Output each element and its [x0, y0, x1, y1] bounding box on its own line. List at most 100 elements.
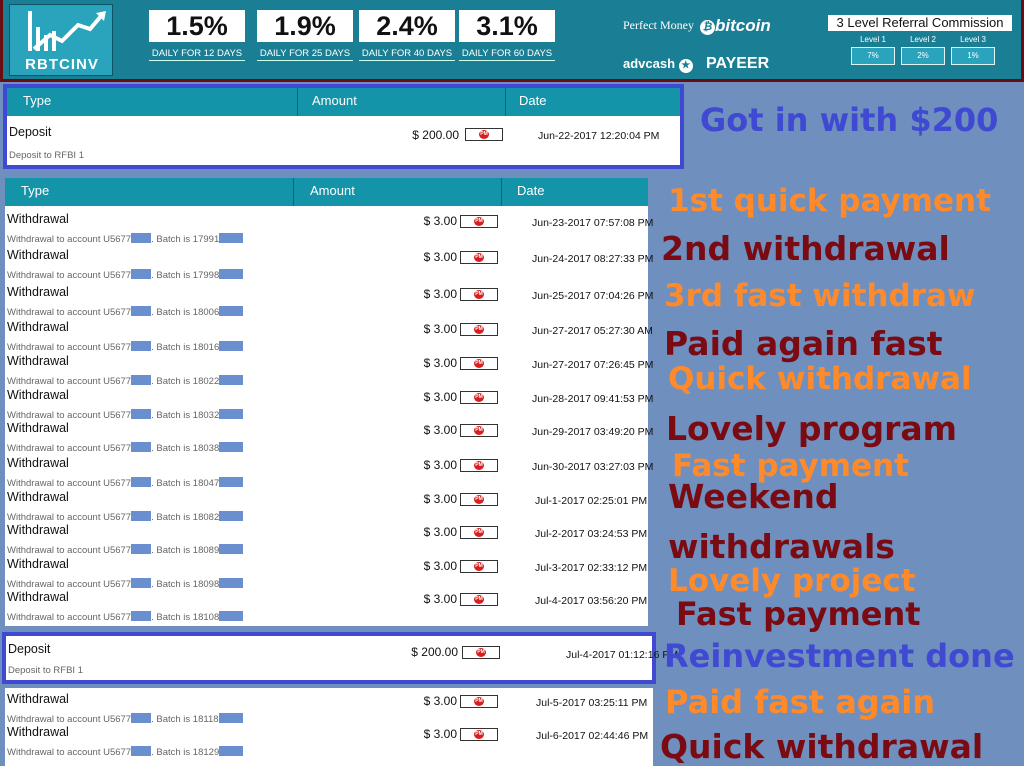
caption: Fast payment: [676, 595, 921, 633]
row-description: Withdrawal to account U5677 . Batch is 18…: [7, 442, 244, 454]
referral-title: 3 Level Referral Commission: [828, 15, 1012, 31]
desc-batch: . Batch is 18129: [151, 747, 220, 758]
row-date: Jul-6-2017 02:44:46 PM: [536, 730, 649, 742]
col-amount: Amount: [310, 183, 355, 198]
row-amount: $ 200.00: [411, 645, 458, 659]
row-date: Jul-3-2017 02:33:12 PM: [535, 562, 648, 574]
chart-logo-icon: [28, 11, 106, 51]
redacted-mask: [131, 341, 152, 351]
redacted-mask: [218, 713, 243, 723]
desc-batch: . Batch is 18038: [151, 443, 220, 454]
row-type: Withdrawal: [7, 388, 69, 402]
row-amount: $ 3.00: [423, 525, 457, 539]
table-row: Withdrawal Withdrawal to account U5677. B…: [5, 723, 653, 758]
row-description: Withdrawal to account U5677 . Batch is 18…: [7, 611, 244, 623]
row-description: Withdrawal to account U5677 . Batch is 17…: [7, 233, 244, 245]
desc-prefix: Withdrawal to account U5677: [7, 234, 132, 245]
pm-badge: PM: [474, 359, 484, 368]
table-row: Withdrawal Withdrawal to account U5677. B…: [5, 386, 653, 421]
bitcoin-icon: ₿: [700, 20, 715, 35]
caption: Quick withdrawal: [660, 727, 984, 766]
level-value: 7%: [851, 47, 895, 65]
row-description: Deposit to RFBI 1: [9, 150, 84, 161]
row-description: Withdrawal to account U5677 . Batch is 18…: [7, 306, 244, 318]
row-type: Withdrawal: [7, 725, 69, 739]
row-type: Withdrawal: [7, 212, 69, 226]
desc-batch: . Batch is 18108: [151, 612, 220, 623]
row-type: Withdrawal: [7, 523, 69, 537]
redacted-mask: [219, 442, 244, 452]
col-date: Date: [519, 93, 547, 108]
level-value: 1%: [951, 47, 995, 65]
redacted-mask: [219, 306, 244, 316]
row-date: Jul-4-2017 01:12:16 PM: [566, 649, 679, 661]
row-amount: $ 3.00: [423, 727, 457, 741]
bitcoin-label: bitcoin: [715, 16, 771, 35]
pm-badge: PM: [479, 130, 489, 139]
rate-plan-2: 1.9% DAILY FOR 25 DAYS: [257, 10, 353, 61]
pm-icon: PM: [462, 646, 500, 659]
pm-icon: PM: [460, 288, 498, 301]
row-type: Withdrawal: [7, 320, 69, 334]
row-description: Withdrawal to account U5677 . Batch is 18…: [7, 746, 244, 758]
redacted-mask: [131, 306, 152, 316]
row-date: Jun-24-2017 08:27:33 PM: [532, 253, 654, 265]
referral-level-3: Level 3 1%: [951, 35, 995, 65]
reinvest-deposit-table: Deposit Deposit to RFBI 1 $ 200.00 PM Ju…: [2, 632, 678, 684]
table-row: Withdrawal Withdrawal to account U5677. B…: [5, 521, 648, 556]
redacted-mask: [131, 746, 152, 756]
redacted-mask: [131, 233, 152, 243]
desc-batch: . Batch is 17991: [151, 234, 220, 245]
caption: Got in with $200: [700, 101, 999, 139]
table-row: Withdrawal Withdrawal to account U5677 . B…: [5, 588, 648, 623]
table-row: Withdrawal Withdrawal to account U5677. B…: [5, 352, 653, 387]
desc-prefix: Withdrawal to account U5677: [7, 612, 132, 623]
row-type: Withdrawal: [7, 590, 69, 604]
caption: 3rd fast withdraw: [664, 278, 976, 314]
desc-batch: . Batch is 18006: [151, 307, 220, 318]
pm-icon: PM: [460, 357, 498, 370]
pm-icon: PM: [460, 695, 498, 708]
pm-badge: PM: [474, 325, 484, 334]
table-header: Type Amount Date: [7, 88, 680, 116]
star-icon: ★: [678, 59, 693, 73]
pm-badge: PM: [474, 697, 484, 706]
rate-label: DAILY FOR 40 DAYS: [359, 48, 455, 61]
redacted-mask: [131, 578, 152, 588]
pm-icon: PM: [460, 560, 498, 573]
row-type: Withdrawal: [7, 421, 69, 435]
row-description: Withdrawal to account U5677 . Batch is 17…: [7, 269, 244, 281]
pm-icon: PM: [465, 128, 503, 141]
referral-commission: 3 Level Referral Commission Level 1 7% L…: [828, 15, 1012, 73]
site-logo[interactable]: RBTCINV: [9, 4, 113, 76]
pm-badge: PM: [474, 595, 484, 604]
row-type: Withdrawal: [7, 557, 69, 571]
row-type: Withdrawal: [7, 285, 69, 299]
row-amount: $ 200.00: [412, 128, 459, 142]
rate-percent: 2.4%: [359, 10, 455, 42]
pm-icon: PM: [460, 459, 498, 472]
pm-badge: PM: [476, 648, 486, 657]
caption: Weekend: [668, 477, 839, 516]
pm-icon: PM: [460, 391, 498, 404]
row-date: Jun-29-2017 03:49:20 PM: [532, 426, 654, 438]
caption: 1st quick payment: [668, 183, 991, 219]
pm-badge: PM: [474, 528, 484, 537]
col-type: Type: [23, 93, 52, 108]
rate-label: DAILY FOR 12 DAYS: [149, 48, 245, 61]
table-row: Withdrawal Withdrawal to account U5677. B…: [5, 246, 653, 281]
rate-plan-1: 1.5% DAILY FOR 12 DAYS: [149, 10, 245, 61]
row-amount: $ 3.00: [423, 492, 457, 506]
rate-percent: 1.9%: [257, 10, 353, 42]
redacted-mask: [219, 409, 244, 419]
row-type: Withdrawal: [7, 354, 69, 368]
pm-badge: PM: [474, 461, 484, 470]
caption: Reinvestment done: [664, 637, 1015, 675]
table-row: Withdrawal Withdrawal to account U5677. B…: [5, 690, 653, 725]
row-amount: $ 3.00: [423, 322, 457, 336]
caption: Lovely program: [666, 409, 958, 448]
site-header: RBTCINV 1.5% DAILY FOR 12 DAYS 1.9% DAIL…: [0, 0, 1024, 82]
redacted-mask: [131, 511, 152, 521]
table-header: Type Amount Date: [5, 178, 648, 206]
row-date: Jun-28-2017 09:41:53 PM: [532, 393, 654, 405]
